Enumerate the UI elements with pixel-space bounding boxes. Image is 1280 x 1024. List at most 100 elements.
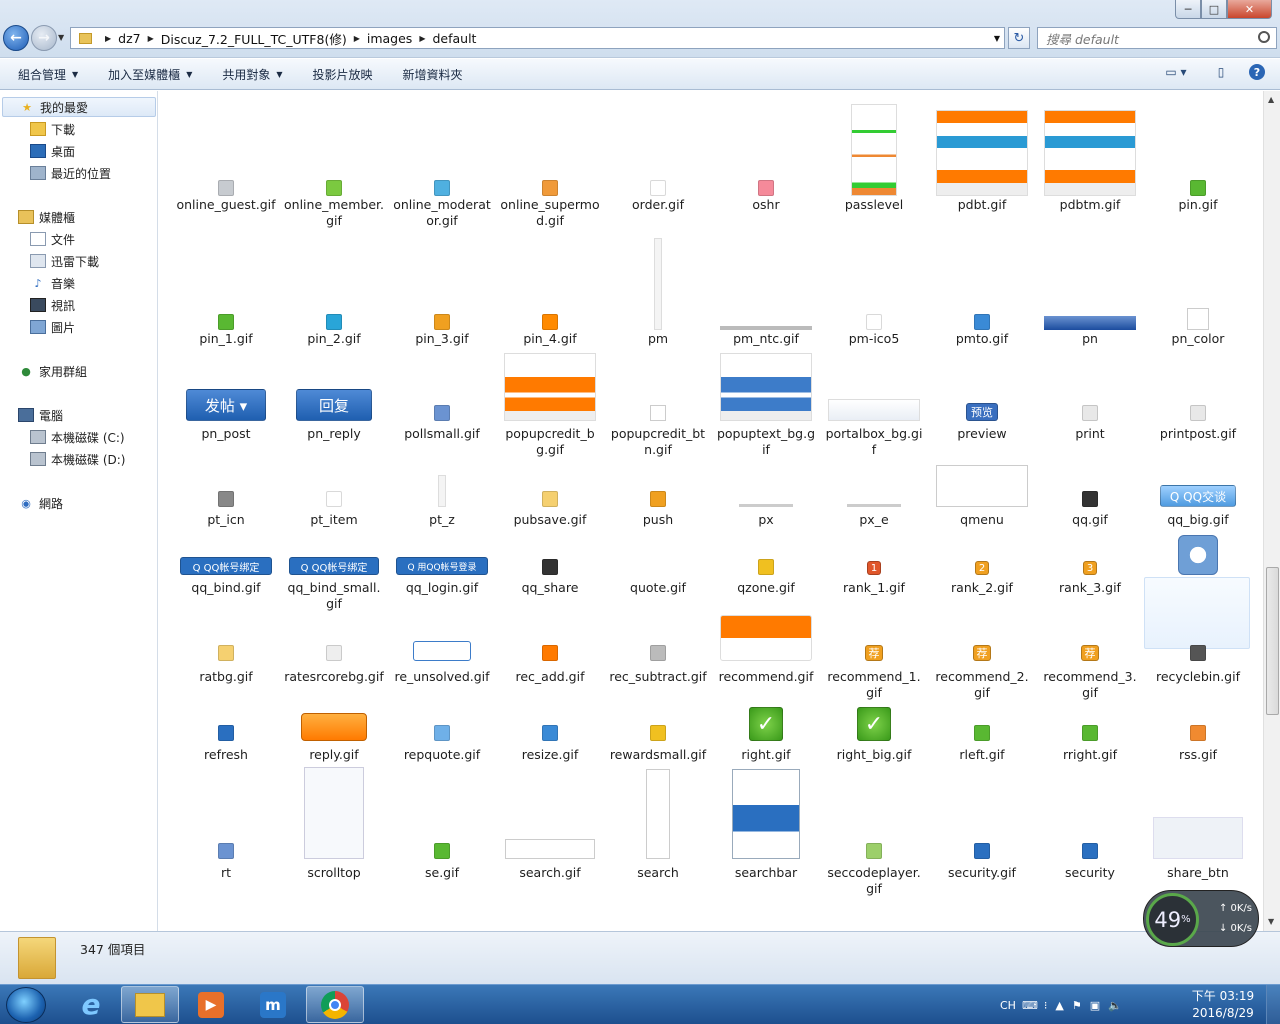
scroll-up-arrow[interactable]: ▲ (1268, 95, 1274, 104)
close-button[interactable]: ✕ (1227, 0, 1272, 19)
address-bar[interactable]: ▶ dz7 ▶ Discuz_7.2_FULL_TC_UTF8(修) ▶ images… (70, 27, 1005, 49)
file-item-security-gif[interactable]: security.gif (932, 91, 1032, 931)
new-folder-button[interactable]: 新增資料夾 (394, 59, 472, 89)
file-item-rt[interactable]: rt (176, 91, 276, 931)
sidebar-item-videos[interactable]: 視訊 (30, 295, 75, 315)
sidebar-item-documents[interactable]: 文件 (30, 229, 75, 249)
forward-button[interactable]: → (31, 25, 57, 51)
speed-monitor-widget[interactable]: 49% ↑ 0K/s ↓ 0K/s (1143, 890, 1259, 947)
sidebar-item-libraries[interactable]: 媒體櫃 (18, 207, 75, 227)
maxthon-icon: m (260, 991, 286, 1018)
file-thumbnail (716, 769, 816, 859)
computer-icon (18, 408, 34, 422)
back-button[interactable]: ← (3, 25, 29, 51)
recent-places-icon (30, 166, 46, 180)
explorer-icon (135, 992, 165, 1017)
maximize-button[interactable]: □ (1201, 0, 1227, 19)
preview-pane-button[interactable]: ▯ (1210, 62, 1232, 82)
share-menu[interactable]: 共用對象 ▼ (213, 59, 291, 89)
media-player-icon: ▶ (198, 991, 224, 1018)
folder-icon (79, 32, 92, 44)
help-icon: ? (1249, 64, 1265, 80)
documents-icon (30, 232, 46, 246)
add-to-library-menu[interactable]: 加入至媒體櫃 ▼ (99, 59, 201, 89)
taskbar-ie[interactable]: e (62, 986, 120, 1023)
sidebar-item-drive-c[interactable]: 本機磁碟 (C:) (30, 427, 125, 447)
file-item-search[interactable]: search (608, 91, 708, 931)
refresh-button[interactable]: ↻ (1008, 27, 1030, 49)
memory-usage-gauge: 49% (1146, 893, 1199, 946)
file-thumbnail (1040, 769, 1140, 859)
show-hidden-icons[interactable]: ▲ (1055, 999, 1063, 1012)
file-item-searchbar[interactable]: searchbar (716, 91, 816, 931)
address-dropdown[interactable]: ▼ (994, 34, 1000, 43)
clock-date: 2016/8/29 (1192, 1006, 1254, 1020)
clock-time: 下午 03:19 (1191, 989, 1255, 1003)
file-thumbnail (1148, 769, 1248, 859)
breadcrumb-default[interactable]: default (432, 31, 476, 46)
sidebar-item-desktop[interactable]: 桌面 (30, 141, 75, 161)
file-item-scrolltop[interactable]: scrolltop (284, 91, 384, 931)
recent-pages-dropdown[interactable]: ▼ (58, 33, 64, 42)
scroll-down-arrow[interactable]: ▼ (1268, 917, 1274, 926)
view-options-button[interactable]: ▭ ▾ (1156, 62, 1196, 82)
flag-icon[interactable]: ⚑ (1072, 999, 1082, 1012)
file-item-search-gif[interactable]: search.gif (500, 91, 600, 931)
sidebar-item-pictures[interactable]: 圖片 (30, 317, 75, 337)
sidebar-item-computer[interactable]: 電腦 (18, 405, 63, 425)
file-item-share-btn[interactable]: share_btn (1148, 91, 1248, 931)
taskbar-explorer[interactable] (121, 986, 179, 1023)
file-name: se.gif (425, 865, 459, 880)
file-name: seccodeplayer.gif (827, 865, 921, 896)
file-item-security[interactable]: security (1040, 91, 1140, 931)
file-name: search (637, 865, 679, 880)
scroll-thumb[interactable] (1266, 567, 1279, 715)
sidebar-item-favorites[interactable]: ★ 我的最愛 (2, 97, 156, 117)
sidebar-item-music[interactable]: ♪ 音樂 (30, 273, 75, 293)
file-grid: online_guest.gif online_member.gif online_… (159, 91, 1263, 931)
sidebar-item-homegroup[interactable]: ● 家用群組 (18, 361, 87, 381)
slideshow-button[interactable]: 投影片放映 (304, 59, 382, 89)
upload-speed: ↑ 0K/s (1218, 903, 1252, 914)
search-icon[interactable] (1258, 31, 1270, 43)
search-placeholder: 搜尋 default (1046, 31, 1119, 47)
taskbar-media-player[interactable]: ▶ (182, 986, 240, 1023)
breadcrumb-images[interactable]: images (367, 31, 412, 46)
help-button[interactable]: ? (1246, 62, 1268, 82)
sidebar-item-network[interactable]: ◉ 網路 (18, 493, 63, 513)
language-indicator[interactable]: CH (1000, 999, 1016, 1012)
desktop-icon (30, 144, 46, 158)
file-item-seccodeplayer-gif[interactable]: seccodeplayer.gif (824, 91, 924, 931)
file-item-se-gif[interactable]: se.gif (392, 91, 492, 931)
item-count: 347 個項目 (80, 942, 146, 957)
volume-icon[interactable]: 🔈 (1108, 999, 1122, 1012)
breadcrumb-discuz[interactable]: Discuz_7.2_FULL_TC_UTF8(修) (161, 29, 347, 48)
taskbar-maxthon[interactable]: m (244, 986, 302, 1023)
network-status-icon[interactable]: ▣ (1090, 999, 1100, 1012)
search-input[interactable]: 搜尋 default (1037, 27, 1277, 49)
homegroup-icon: ● (21, 364, 31, 378)
sidebar-item-downloads[interactable]: 下載 (30, 119, 75, 139)
file-thumbnail (932, 769, 1032, 859)
chevron-down-icon: ▼ (72, 69, 79, 79)
star-icon: ★ (22, 100, 32, 114)
breadcrumb-dz7[interactable]: dz7 (118, 31, 140, 46)
organize-menu[interactable]: 組合管理 ▼ (9, 59, 87, 89)
arrow-right-icon: → (38, 30, 50, 46)
system-tray: CH ⌨ ⁝ ▲ ⚑ ▣ 🔈 (1000, 985, 1122, 1024)
explorer-window: ─ □ ✕ ← → ▼ ▶ dz7 ▶ Discuz_7.2_FULL_TC_UTF… (0, 0, 1280, 984)
keyboard-icon[interactable]: ⌨ (1022, 999, 1038, 1012)
clock[interactable]: 下午 03:19 2016/8/29 (1190, 988, 1256, 1022)
vertical-scrollbar[interactable]: ▲ ▼ (1263, 91, 1280, 931)
library-icon (18, 210, 34, 224)
folder-icon (18, 937, 56, 979)
ime-icon[interactable]: ⁝ (1044, 999, 1048, 1012)
sidebar-item-recent[interactable]: 最近的位置 (30, 163, 111, 183)
start-button[interactable] (6, 987, 46, 1023)
title-bar: ─ □ ✕ ← → ▼ ▶ dz7 ▶ Discuz_7.2_FULL_TC_UTF… (0, 0, 1280, 58)
taskbar-chrome[interactable] (306, 986, 364, 1023)
show-desktop-button[interactable] (1266, 985, 1280, 1024)
sidebar-item-xunlei[interactable]: 迅雷下載 (30, 251, 99, 271)
minimize-button[interactable]: ─ (1175, 0, 1201, 19)
sidebar-item-drive-d[interactable]: 本機磁碟 (D:) (30, 449, 125, 469)
